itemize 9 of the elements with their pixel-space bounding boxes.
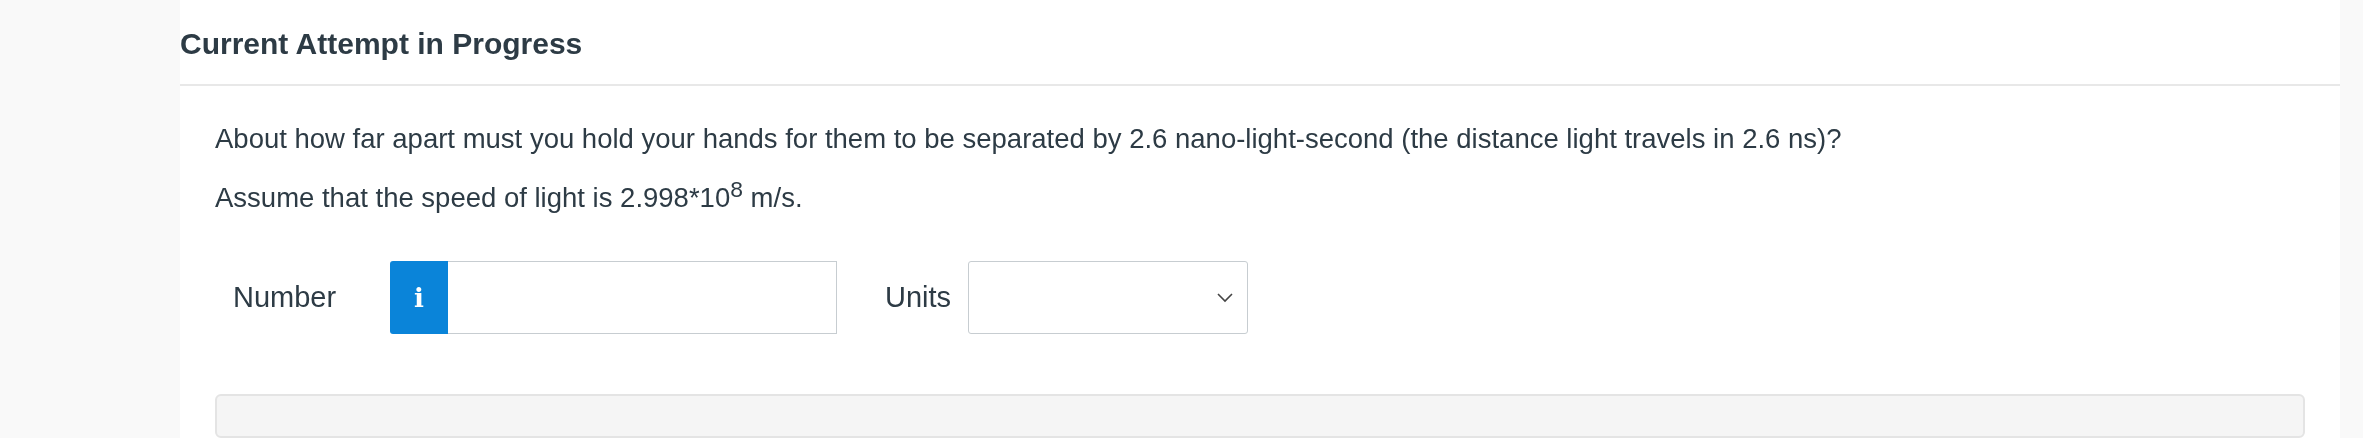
number-input-field[interactable]: [448, 261, 837, 334]
question-text: Assume that the speed of light is 2.998*10$^{8}$ m/s.: [215, 174, 804, 215]
number-label: Number: [233, 281, 338, 314]
units-dropdown[interactable]: [968, 261, 1248, 334]
caret-icon: [1217, 292, 1233, 303]
question-text: About how far apart must you hold your hands for them to be separated by 2.6 nano-light-second (the distance light travels in 2.6 ns)?: [215, 121, 1843, 156]
units-label: Units: [885, 281, 953, 314]
section-title: Current Attempt in Progress: [180, 26, 583, 61]
info-button[interactable]: i: [390, 261, 448, 334]
